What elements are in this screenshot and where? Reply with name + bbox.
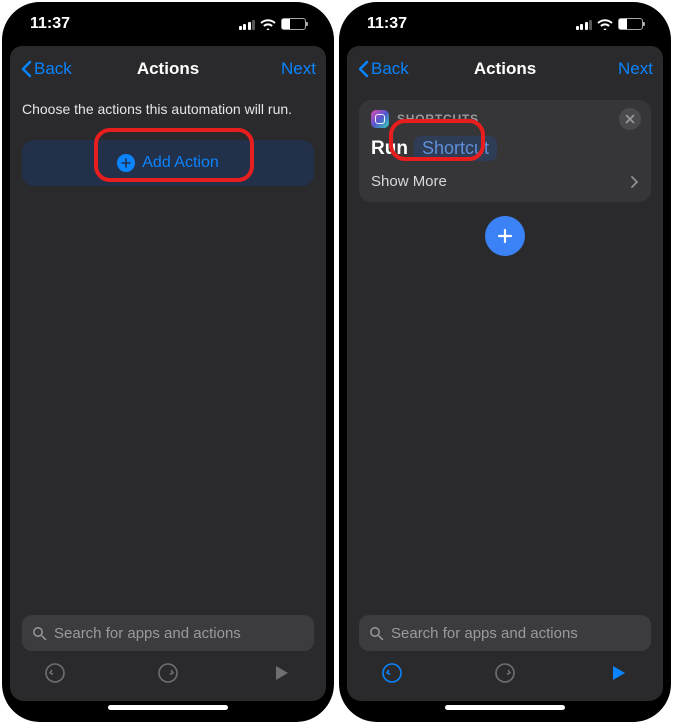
nav-bar: Back Actions Next xyxy=(347,46,663,92)
status-bar: 11:37 xyxy=(2,2,334,46)
run-button[interactable] xyxy=(601,656,635,690)
status-indicators xyxy=(576,18,644,30)
plus-icon xyxy=(496,227,514,245)
chevron-left-icon xyxy=(357,60,369,78)
shortcuts-app-icon xyxy=(371,110,389,128)
add-action-button[interactable]: Add Action xyxy=(22,140,314,186)
chevron-left-icon xyxy=(20,60,32,78)
sheet: Back Actions Next Choose the actions thi… xyxy=(10,46,326,701)
chevron-right-icon xyxy=(630,175,639,189)
home-indicator xyxy=(445,705,565,710)
search-icon xyxy=(369,626,384,641)
add-action-label: Add Action xyxy=(142,154,219,172)
toolbar xyxy=(359,651,651,695)
instruction-text: Choose the actions this automation will … xyxy=(22,100,314,118)
cellular-icon xyxy=(576,19,593,30)
wifi-icon xyxy=(597,18,613,30)
nav-bar: Back Actions Next xyxy=(10,46,326,92)
device-left: 11:37 Back Actions Next Choose the actio… xyxy=(2,2,334,722)
status-time: 11:37 xyxy=(367,15,407,33)
run-button[interactable] xyxy=(264,656,298,690)
next-button[interactable]: Next xyxy=(618,59,653,79)
remove-action-button[interactable] xyxy=(619,108,641,130)
shortcut-parameter-token[interactable]: Shortcut xyxy=(414,136,497,161)
undo-button[interactable] xyxy=(375,656,409,690)
undo-button[interactable] xyxy=(38,656,72,690)
redo-button[interactable] xyxy=(488,656,522,690)
wifi-icon xyxy=(260,18,276,30)
add-action-fab[interactable] xyxy=(485,216,525,256)
battery-icon xyxy=(618,18,643,30)
status-bar: 11:37 xyxy=(339,2,671,46)
redo-button[interactable] xyxy=(151,656,185,690)
action-app-label: SHORTCUTS xyxy=(397,112,479,126)
next-button[interactable]: Next xyxy=(281,59,316,79)
back-button[interactable]: Back xyxy=(20,59,72,79)
plus-circle-icon xyxy=(117,154,135,172)
action-card: SHORTCUTS Run Shortcut Show More xyxy=(359,100,651,202)
bottom-area: Search for apps and actions xyxy=(347,605,663,701)
back-label: Back xyxy=(371,59,409,79)
device-right: 11:37 Back Actions Next SHORTCUTS xyxy=(339,2,671,722)
status-time: 11:37 xyxy=(30,15,70,33)
action-verb: Run xyxy=(371,138,408,160)
status-indicators xyxy=(239,18,307,30)
battery-icon xyxy=(281,18,306,30)
sheet: Back Actions Next SHORTCUTS Run Sho xyxy=(347,46,663,701)
search-icon xyxy=(32,626,47,641)
search-input[interactable]: Search for apps and actions xyxy=(359,615,651,651)
search-input[interactable]: Search for apps and actions xyxy=(22,615,314,651)
search-placeholder: Search for apps and actions xyxy=(54,625,241,642)
show-more-button[interactable]: Show More xyxy=(371,173,639,190)
toolbar xyxy=(22,651,314,695)
back-label: Back xyxy=(34,59,72,79)
show-more-label: Show More xyxy=(371,173,447,190)
search-placeholder: Search for apps and actions xyxy=(391,625,578,642)
home-indicator xyxy=(108,705,228,710)
back-button[interactable]: Back xyxy=(357,59,409,79)
content-area: Choose the actions this automation will … xyxy=(10,92,326,605)
bottom-area: Search for apps and actions xyxy=(10,605,326,701)
close-icon xyxy=(625,114,635,124)
cellular-icon xyxy=(239,19,256,30)
content-area: SHORTCUTS Run Shortcut Show More xyxy=(347,92,663,605)
